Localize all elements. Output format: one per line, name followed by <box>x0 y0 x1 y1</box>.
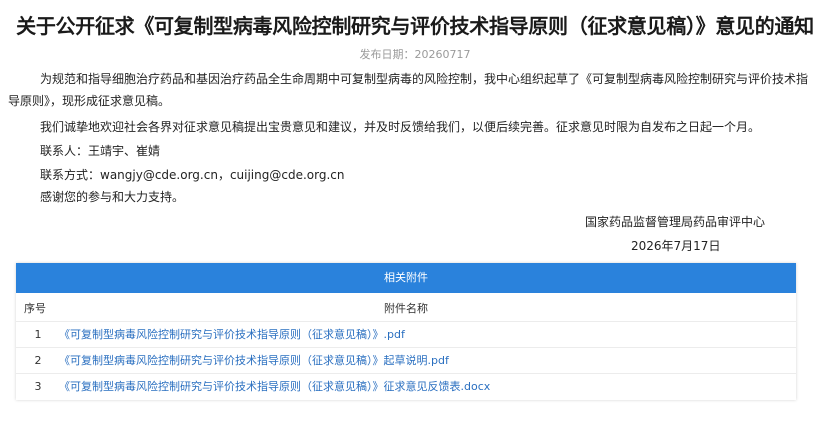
table-row: 2 《可复制型病毒风险控制研究与评价技术指导原则（征求意见稿）》起草说明.pdf <box>16 348 796 374</box>
row-index: 2 <box>34 354 42 367</box>
row-index: 1 <box>34 328 42 341</box>
col-name-header: 附件名称 <box>384 302 428 315</box>
publish-date-label: 发布日期： <box>359 48 415 61</box>
contact-person: 联系人：王靖宇、崔婧 <box>40 144 161 158</box>
attachments-header: 相关附件 <box>16 263 796 293</box>
signature-org: 国家药品监督管理局药品审评中心 <box>585 215 766 229</box>
paragraph-invitation: 我们诚挚地欢迎社会各界对征求意见稿提出宝贵意见和建议，并及时反馈给我们，以便后续… <box>40 120 761 134</box>
table-row: 1 《可复制型病毒风险控制研究与评价技术指导原则（征求意见稿）》.pdf <box>16 322 796 348</box>
page-title: 关于公开征求《可复制型病毒风险控制研究与评价技术指导原则（征求意见稿）》意见的通… <box>16 14 814 38</box>
attachments-panel: 相关附件 序号 附件名称 1 《可复制型病毒风险控制研究与评价技术指导原则（征求… <box>16 263 796 400</box>
contact-info: 联系方式：wangjy@cde.org.cn，cuijing@cde.org.c… <box>40 168 345 182</box>
row-index: 3 <box>34 380 42 393</box>
attachments-column-header: 序号 附件名称 <box>16 296 796 322</box>
attachment-link-feedback-form[interactable]: 《可复制型病毒风险控制研究与评价技术指导原则（征求意见稿）》征求意见反馈表.do… <box>59 374 490 399</box>
signature-date: 2026年7月17日 <box>631 239 721 253</box>
attachment-link-drafting-notes[interactable]: 《可复制型病毒风险控制研究与评价技术指导原则（征求意见稿）》起草说明.pdf <box>59 348 449 373</box>
paragraph-intro-line2: 导原则》，现形成征求意见稿。 <box>8 94 171 108</box>
attachment-link-pdf[interactable]: 《可复制型病毒风险控制研究与评价技术指导原则（征求意见稿）》.pdf <box>59 322 405 347</box>
publish-date: 发布日期：20260717 <box>0 46 830 62</box>
thanks-text: 感谢您的参与和大力支持。 <box>40 190 185 204</box>
paragraph-intro-line1: 为规范和指导细胞治疗药品和基因治疗药品全生命周期中可复制型病毒的风险控制，我中心… <box>40 72 809 86</box>
publish-date-value: 20260717 <box>414 48 471 61</box>
table-row: 3 《可复制型病毒风险控制研究与评价技术指导原则（征求意见稿）》征求意见反馈表.… <box>16 374 796 399</box>
